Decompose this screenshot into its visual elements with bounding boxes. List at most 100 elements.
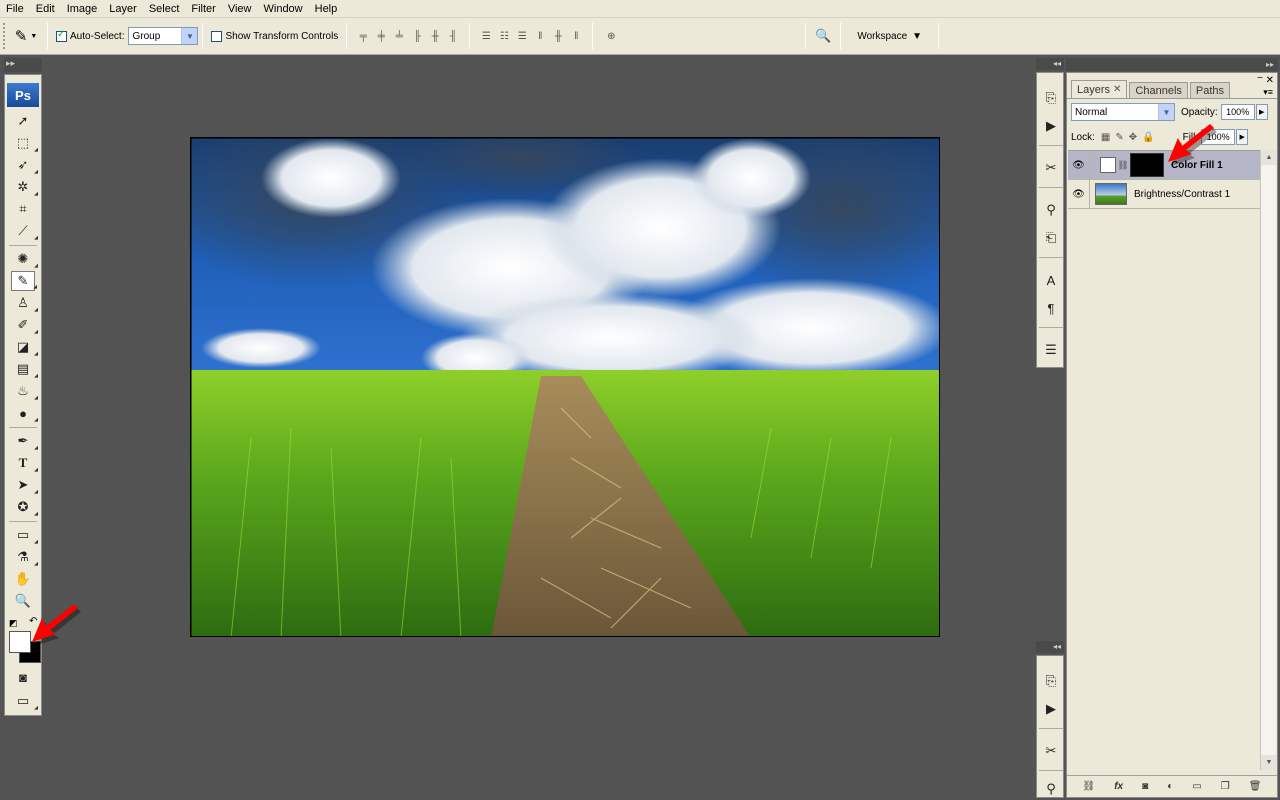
lock-transparency-icon[interactable]: ▦ bbox=[1101, 132, 1110, 143]
gradient-tool[interactable]: ▤ ◢ bbox=[11, 359, 38, 379]
dodge-tool[interactable]: ● ◢ bbox=[11, 403, 38, 424]
menu-image[interactable]: Image bbox=[61, 0, 104, 18]
pen-tool[interactable]: ✒ ◢ bbox=[11, 431, 38, 451]
quick-mask-button[interactable]: ◙ bbox=[11, 667, 35, 687]
magic-wand-tool[interactable]: ✲ ◢ bbox=[11, 177, 38, 197]
layer-mask-thumbnail[interactable] bbox=[1130, 153, 1164, 177]
menu-file[interactable]: File bbox=[0, 0, 30, 18]
layer-row-brightness-contrast[interactable]: 👁 Brightness/Contrast 1 bbox=[1068, 179, 1260, 209]
close-tab-icon[interactable]: ✕ bbox=[1113, 82, 1121, 98]
photoshop-logo[interactable]: Ps bbox=[7, 83, 39, 107]
tab-channels[interactable]: Channels bbox=[1129, 82, 1188, 98]
layers-scrollbar[interactable]: ▲ ▼ bbox=[1260, 150, 1277, 770]
foreground-color-swatch[interactable] bbox=[9, 631, 31, 653]
dock-header-top[interactable]: ◂◂ bbox=[1036, 58, 1064, 70]
workspace-menu[interactable]: Workspace ▼ bbox=[845, 31, 934, 42]
default-colors-icon[interactable]: ◩ bbox=[9, 618, 19, 628]
notes-tool[interactable]: ▭ ◢ bbox=[11, 525, 38, 545]
layer-comps-button[interactable]: ☰ bbox=[1040, 339, 1062, 361]
eraser-tool[interactable]: ◪ ◢ bbox=[11, 337, 38, 357]
delete-layer-icon[interactable]: 🗑 bbox=[1249, 781, 1262, 792]
lock-all-icon[interactable]: 🔒 bbox=[1142, 132, 1154, 143]
layers-panel-header[interactable]: ▸▸ bbox=[1066, 58, 1278, 71]
fill-slider-arrow[interactable]: ▶ bbox=[1236, 129, 1249, 145]
menu-layer[interactable]: Layer bbox=[103, 0, 143, 18]
distribute-left-icon[interactable]: ‖ bbox=[532, 28, 548, 44]
panel-menu-icon[interactable]: ▾≡ bbox=[1263, 87, 1273, 98]
move-tool[interactable]: ➚ bbox=[11, 111, 35, 131]
actions-panel-button-2[interactable]: ▶ bbox=[1040, 698, 1062, 720]
menu-help[interactable]: Help bbox=[309, 0, 344, 18]
menu-select[interactable]: Select bbox=[143, 0, 186, 18]
visibility-eye-icon[interactable]: 👁 bbox=[1068, 150, 1090, 180]
auto-select-dropdown[interactable]: Group ▼ bbox=[128, 27, 199, 45]
lasso-tool[interactable]: ➶ ◢ bbox=[11, 155, 38, 175]
align-left-icon[interactable]: ╟ bbox=[409, 28, 425, 44]
distribute-hcenter-icon[interactable]: ╫ bbox=[550, 28, 566, 44]
layer-style-icon[interactable]: fx bbox=[1114, 781, 1123, 792]
slice-tool[interactable]: ⟋ ◢ bbox=[11, 221, 38, 241]
tab-layers[interactable]: Layers ✕ bbox=[1071, 80, 1128, 98]
brushes-panel-button-2[interactable]: ⚲ bbox=[1040, 778, 1062, 800]
history-brush-tool[interactable]: ✐ ◢ bbox=[11, 315, 38, 335]
hand-tool[interactable]: ✋ bbox=[11, 569, 35, 589]
link-chain-icon[interactable]: ⛓ bbox=[1116, 160, 1130, 171]
new-group-icon[interactable]: ▭ bbox=[1192, 781, 1201, 792]
distribute-vcenter-icon[interactable]: ☷ bbox=[496, 28, 512, 44]
align-hcenter-icon[interactable]: ╫ bbox=[427, 28, 443, 44]
document-canvas[interactable] bbox=[190, 137, 940, 637]
distribute-bottom-icon[interactable]: ☰ bbox=[514, 28, 530, 44]
opacity-slider-arrow[interactable]: ▶ bbox=[1255, 104, 1268, 120]
show-transform-checkbox[interactable] bbox=[211, 30, 223, 42]
scroll-up-icon[interactable]: ▲ bbox=[1261, 150, 1277, 165]
blend-mode-dropdown[interactable]: Normal ▼ bbox=[1071, 103, 1175, 121]
tool-presets-button-2[interactable]: ✂ bbox=[1040, 740, 1062, 762]
tool-preset-picker[interactable]: ✎ ▼ bbox=[9, 23, 43, 49]
bridge-button[interactable]: 🔍 bbox=[810, 23, 836, 49]
path-selection-tool[interactable]: ➤ ◢ bbox=[11, 475, 38, 495]
blur-tool[interactable]: ♨ ◢ bbox=[11, 381, 38, 401]
scroll-down-icon[interactable]: ▼ bbox=[1261, 755, 1277, 770]
menu-view[interactable]: View bbox=[222, 0, 258, 18]
lock-position-icon[interactable]: ✥ bbox=[1129, 132, 1137, 143]
tool-presets-button[interactable]: ✂ bbox=[1040, 157, 1062, 179]
screen-mode-button[interactable]: ▭ ◢ bbox=[11, 691, 38, 711]
adjustment-layer-icon[interactable]: ◐ bbox=[1167, 781, 1173, 792]
lock-pixels-icon[interactable]: ✎ bbox=[1115, 132, 1123, 143]
auto-align-icon[interactable]: ⊕ bbox=[603, 28, 619, 44]
menu-filter[interactable]: Filter bbox=[185, 0, 221, 18]
history-panel-button-2[interactable]: ⎘ bbox=[1040, 670, 1062, 692]
link-layers-icon[interactable]: ⛓ bbox=[1083, 781, 1096, 792]
align-right-icon[interactable]: ╢ bbox=[445, 28, 461, 44]
type-tool[interactable]: T ◢ bbox=[11, 453, 38, 473]
crop-tool[interactable]: ⌗ bbox=[11, 199, 35, 219]
auto-select-toggle[interactable]: Auto-Select: bbox=[56, 29, 124, 42]
brushes-panel-button[interactable]: ⚲ bbox=[1040, 199, 1062, 221]
auto-select-checkbox[interactable] bbox=[56, 29, 67, 42]
new-layer-icon[interactable]: ❐ bbox=[1221, 781, 1230, 792]
distribute-top-icon[interactable]: ☰ bbox=[478, 28, 494, 44]
toolbox-header[interactable]: ▸▸ bbox=[4, 58, 42, 72]
menu-edit[interactable]: Edit bbox=[30, 0, 61, 18]
brush-tool[interactable]: ✎ ◢ bbox=[11, 271, 37, 291]
actions-panel-button[interactable]: ▶ bbox=[1040, 115, 1062, 137]
align-bottom-icon[interactable]: ╧ bbox=[391, 28, 407, 44]
add-mask-icon[interactable]: ◙ bbox=[1142, 781, 1148, 792]
eyedropper-tool[interactable]: ⚗ ◢ bbox=[11, 547, 38, 567]
clone-source-button[interactable]: ⎗ bbox=[1040, 227, 1062, 249]
show-transform-toggle[interactable]: Show Transform Controls bbox=[211, 30, 338, 42]
dock-header-bottom[interactable]: ◂◂ bbox=[1036, 641, 1064, 653]
marquee-tool[interactable]: ⬚ ◢ bbox=[11, 133, 38, 153]
distribute-right-icon[interactable]: ‖ bbox=[568, 28, 584, 44]
opacity-input[interactable]: 100% bbox=[1220, 104, 1255, 120]
visibility-eye-icon[interactable]: 👁 bbox=[1068, 179, 1090, 209]
healing-brush-tool[interactable]: ✺ ◢ bbox=[11, 249, 38, 269]
clone-stamp-tool[interactable]: ♙ ◢ bbox=[11, 293, 38, 313]
align-vcenter-icon[interactable]: ╪ bbox=[373, 28, 389, 44]
history-panel-button[interactable]: ⎘ bbox=[1040, 87, 1062, 109]
align-top-icon[interactable]: ╤ bbox=[355, 28, 371, 44]
character-panel-button[interactable]: A bbox=[1040, 269, 1062, 291]
shape-tool[interactable]: ✪ ◢ bbox=[11, 497, 38, 517]
tab-paths[interactable]: Paths bbox=[1189, 82, 1231, 98]
paragraph-panel-button[interactable]: ¶ bbox=[1040, 297, 1062, 319]
